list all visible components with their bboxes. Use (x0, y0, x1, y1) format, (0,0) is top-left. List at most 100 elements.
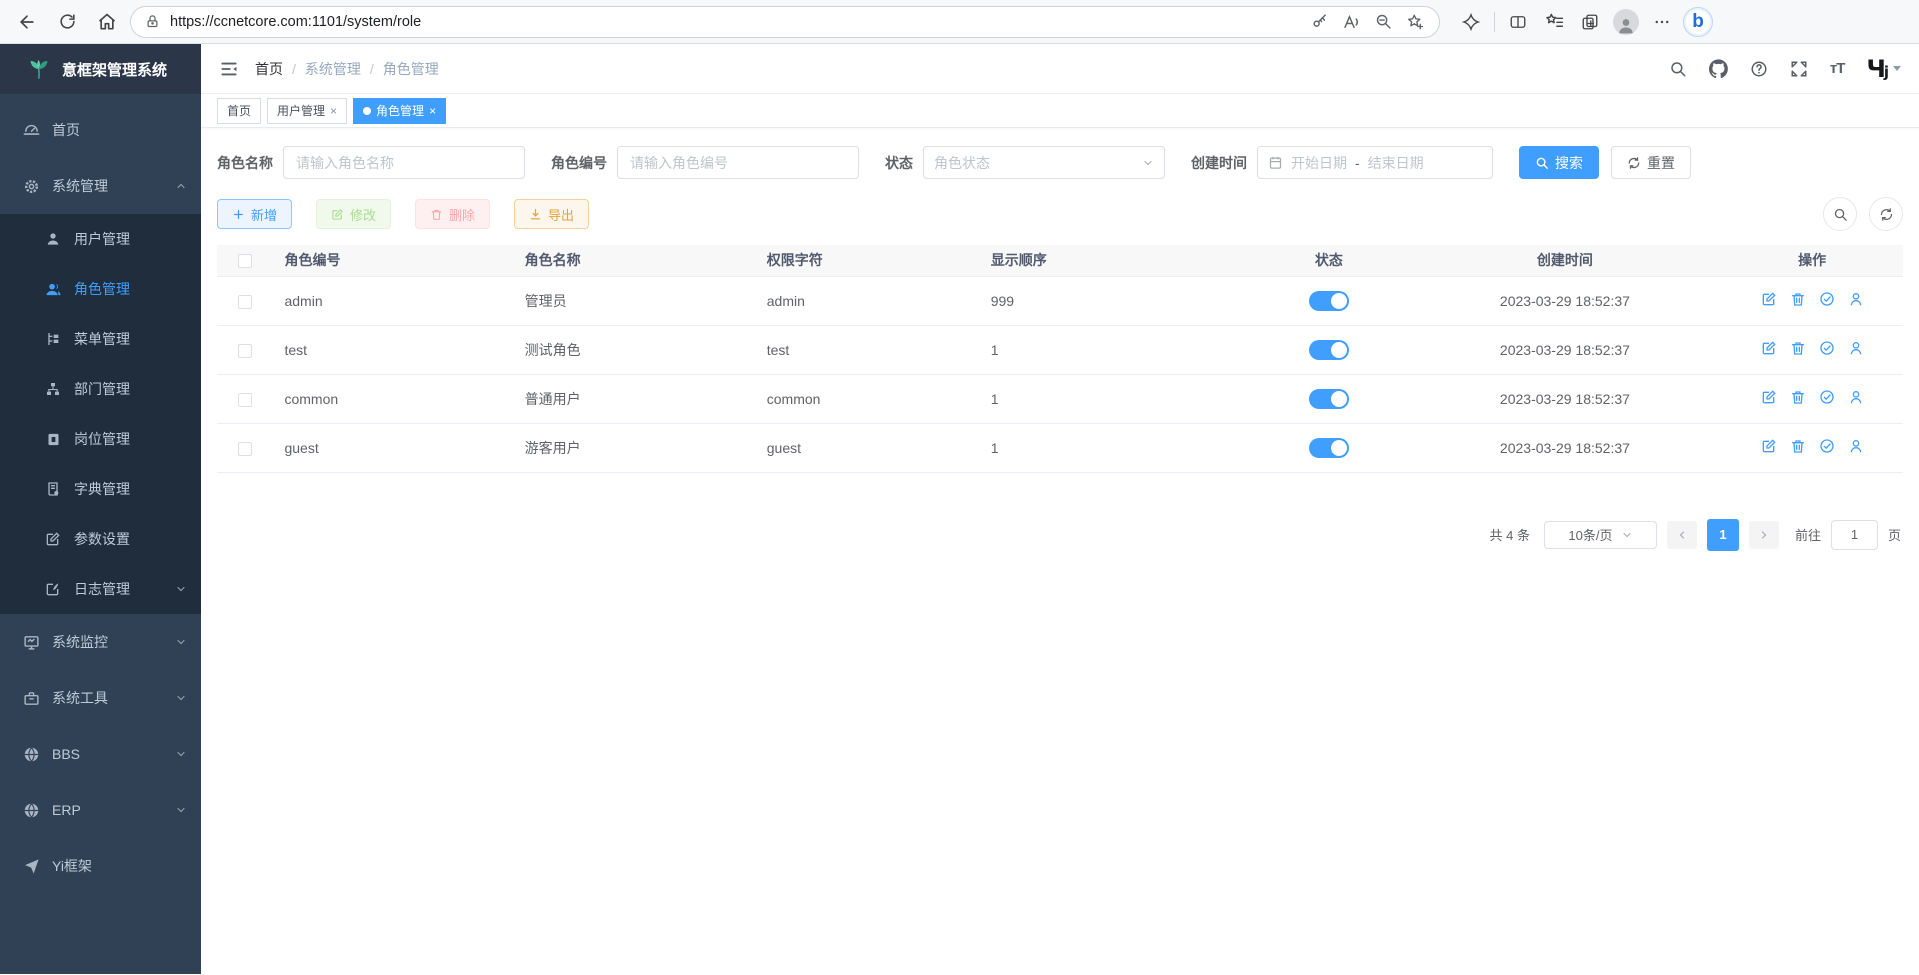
export-button[interactable]: 导出 (514, 199, 589, 229)
column-header-created[interactable]: 创建时间 (1409, 245, 1722, 276)
sidebar-item-yi-framework[interactable]: Yi框架 (0, 838, 201, 894)
column-header-code[interactable]: 角色编号 (272, 245, 512, 276)
sidebar-fold-icon[interactable] (219, 59, 239, 79)
status-select[interactable]: 角色状态 (923, 146, 1165, 179)
sidebar-item-user-management[interactable]: 用户管理 (0, 214, 201, 264)
sidebar-item-system-management[interactable]: 系统管理 (0, 158, 201, 214)
role-name-input[interactable] (283, 146, 525, 179)
table-row[interactable]: common 普通用户 common 1 2023-03-29 18:52:37 (217, 374, 1903, 423)
status-toggle[interactable] (1309, 438, 1349, 458)
read-aloud-icon[interactable] (1337, 8, 1365, 36)
password-key-icon[interactable] (1305, 8, 1333, 36)
tab-role-management[interactable]: 角色管理 × (353, 98, 446, 124)
close-icon[interactable]: × (429, 105, 436, 117)
row-data-scope-icon[interactable] (1819, 389, 1835, 405)
browser-menu-icon[interactable] (1645, 5, 1679, 39)
column-header-name[interactable]: 角色名称 (513, 245, 755, 276)
breadcrumb-home[interactable]: 首页 (255, 59, 283, 79)
reset-button[interactable]: 重置 (1611, 146, 1691, 179)
row-assign-user-icon[interactable] (1848, 340, 1864, 356)
browser-refresh-button[interactable] (50, 5, 84, 39)
url-bar[interactable]: https://ccnetcore.com:1101/system/role (130, 6, 1440, 38)
tab-home[interactable]: 首页 (217, 98, 261, 124)
browser-back-button[interactable] (10, 5, 44, 39)
sidebar-item-home[interactable]: 首页 (0, 102, 201, 158)
sidebar-item-dict-management[interactable]: 字典管理 (0, 464, 201, 514)
refresh-table-button[interactable] (1869, 197, 1903, 231)
browser-home-button[interactable] (90, 5, 124, 39)
bing-chat-icon[interactable]: b (1681, 5, 1715, 39)
row-delete-icon[interactable] (1790, 438, 1806, 454)
next-page-button[interactable] (1749, 521, 1779, 549)
row-checkbox[interactable] (238, 344, 252, 358)
row-data-scope-icon[interactable] (1819, 291, 1835, 307)
row-assign-user-icon[interactable] (1848, 291, 1864, 307)
status-toggle[interactable] (1309, 389, 1349, 409)
select-all-checkbox[interactable] (238, 254, 252, 268)
header-search-icon[interactable] (1669, 60, 1687, 78)
sidebar-item-menu-management[interactable]: 菜单管理 (0, 314, 201, 364)
table-row[interactable]: test 测试角色 test 1 2023-03-29 18:52:37 (217, 325, 1903, 374)
sidebar-item-post-management[interactable]: 岗位管理 (0, 414, 201, 464)
page-size-select[interactable]: 10条/页 (1544, 521, 1657, 549)
close-icon[interactable]: × (330, 105, 337, 117)
row-checkbox[interactable] (238, 295, 252, 309)
favorites-bar-icon[interactable] (1537, 5, 1571, 39)
prev-page-button[interactable] (1667, 521, 1697, 549)
goto-page-input[interactable] (1831, 520, 1878, 550)
column-header-perm[interactable]: 权限字符 (755, 245, 979, 276)
row-edit-icon[interactable] (1761, 389, 1777, 405)
table-row[interactable]: admin 管理员 admin 999 2023-03-29 18:52:37 (217, 276, 1903, 325)
sidebar-item-bbs[interactable]: BBS (0, 726, 201, 782)
row-edit-icon[interactable] (1761, 438, 1777, 454)
row-data-scope-icon[interactable] (1819, 340, 1835, 356)
row-assign-user-icon[interactable] (1848, 389, 1864, 405)
row-delete-icon[interactable] (1790, 340, 1806, 356)
zoom-out-icon[interactable] (1369, 8, 1397, 36)
split-screen-icon[interactable] (1501, 5, 1535, 39)
sidebar-item-erp[interactable]: ERP (0, 782, 201, 838)
github-icon[interactable] (1709, 59, 1728, 78)
row-edit-icon[interactable] (1761, 340, 1777, 356)
date-start-placeholder[interactable]: 开始日期 (1291, 153, 1347, 173)
add-button[interactable]: 新增 (217, 199, 292, 229)
url-text[interactable]: https://ccnetcore.com:1101/system/role (170, 14, 1295, 30)
sidebar-item-parameter-settings[interactable]: 参数设置 (0, 514, 201, 564)
role-code-input[interactable] (617, 146, 859, 179)
search-button[interactable]: 搜索 (1519, 146, 1599, 179)
lock-icon[interactable] (145, 14, 160, 29)
user-avatar-logo[interactable]: Чj (1866, 57, 1901, 81)
sidebar-item-log-management[interactable]: 日志管理 (0, 564, 201, 614)
row-checkbox[interactable] (238, 393, 252, 407)
sidebar-item-role-management[interactable]: 角色管理 (0, 264, 201, 314)
delete-button[interactable]: 删除 (415, 199, 490, 229)
browser-profile-avatar[interactable] (1609, 5, 1643, 39)
collections-icon[interactable] (1573, 5, 1607, 39)
row-delete-icon[interactable] (1790, 389, 1806, 405)
status-toggle[interactable] (1309, 340, 1349, 360)
date-end-placeholder[interactable]: 结束日期 (1368, 153, 1424, 173)
table-row[interactable]: guest 游客用户 guest 1 2023-03-29 18:52:37 (217, 423, 1903, 472)
row-checkbox[interactable] (238, 442, 252, 456)
show-search-toggle-button[interactable] (1823, 197, 1857, 231)
row-edit-icon[interactable] (1761, 291, 1777, 307)
edit-button[interactable]: 修改 (316, 199, 391, 229)
tab-user-management[interactable]: 用户管理 × (267, 98, 347, 124)
sidebar-item-system-monitor[interactable]: 系统监控 (0, 614, 201, 670)
browser-essentials-icon[interactable] (1454, 5, 1488, 39)
row-data-scope-icon[interactable] (1819, 438, 1835, 454)
sidebar-item-system-tools[interactable]: 系统工具 (0, 670, 201, 726)
date-range-picker[interactable]: 开始日期 - 结束日期 (1257, 146, 1493, 179)
status-toggle[interactable] (1309, 291, 1349, 311)
font-size-icon[interactable]: тT (1830, 60, 1845, 77)
row-delete-icon[interactable] (1790, 291, 1806, 307)
sidebar-item-department-management[interactable]: 部门管理 (0, 364, 201, 414)
column-header-status[interactable]: 状态 (1249, 245, 1408, 276)
column-header-actions[interactable]: 操作 (1721, 245, 1903, 276)
row-assign-user-icon[interactable] (1848, 438, 1864, 454)
fullscreen-icon[interactable] (1790, 60, 1808, 78)
help-icon[interactable] (1750, 60, 1768, 78)
add-favorite-icon[interactable] (1401, 8, 1429, 36)
column-header-order[interactable]: 显示顺序 (979, 245, 1249, 276)
page-number-button[interactable]: 1 (1707, 519, 1739, 551)
